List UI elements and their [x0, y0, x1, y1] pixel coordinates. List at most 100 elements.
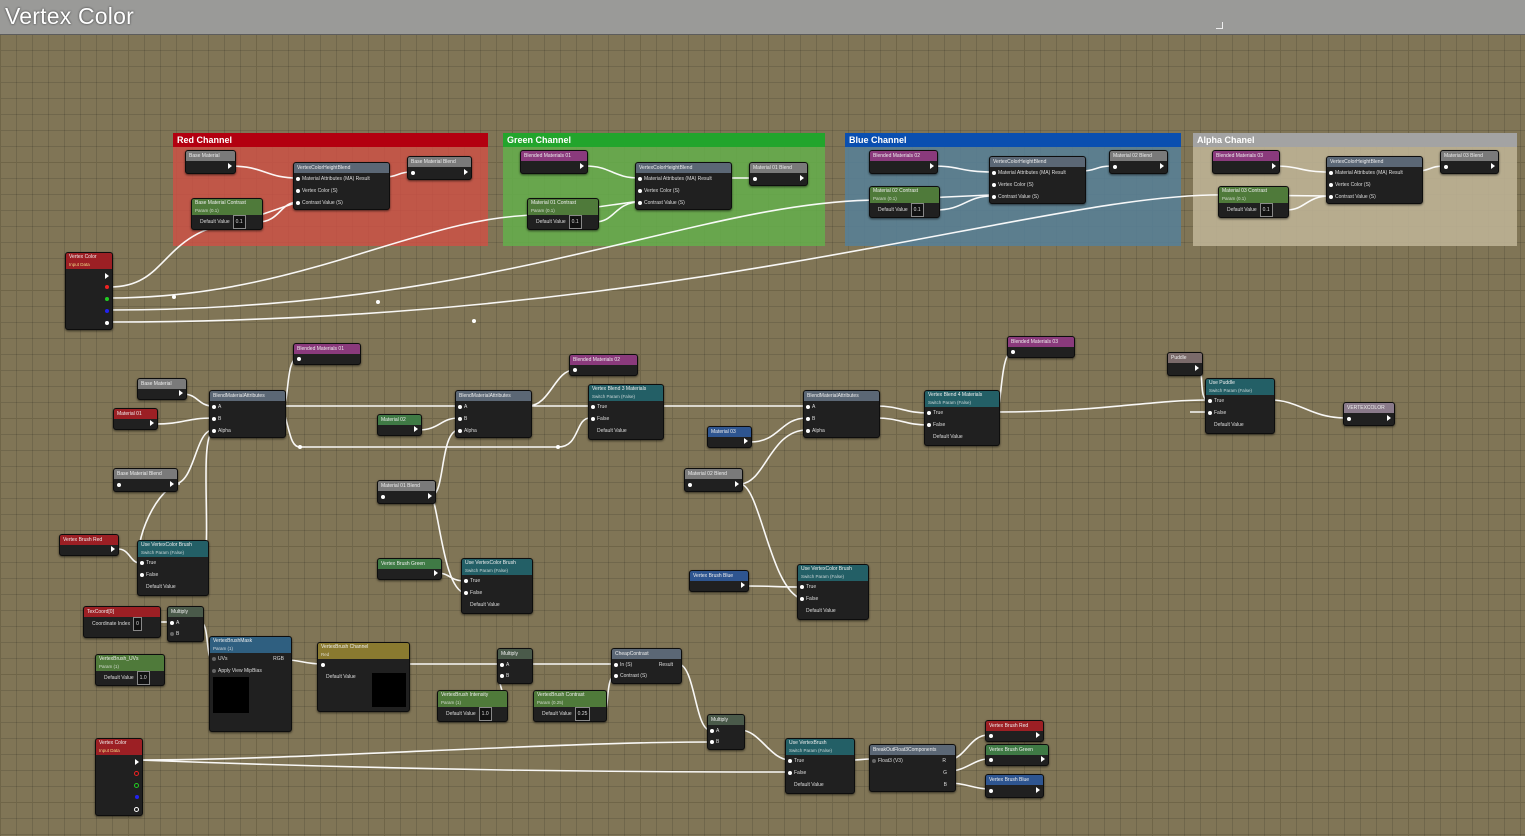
input-pin-icon[interactable] [638, 201, 642, 205]
input-contrast-value[interactable]: Contrast Value (S) [294, 197, 389, 209]
input-material-attributes[interactable]: Material Attributes (MA) Result [990, 167, 1085, 179]
node-vertex-blend-3-materials[interactable]: Vertex Blend 3 Materials Switch Param (Fa… [588, 384, 664, 440]
node-use-vertexbrush[interactable]: Use VertexBrush Switch Param (False) True… [785, 738, 855, 794]
node-vertex-brush-blue-out[interactable]: Vertex Brush Blue [985, 774, 1044, 798]
output-pin-icon[interactable] [735, 481, 739, 487]
node-multiply-final[interactable]: Multiply A B [707, 714, 745, 750]
coordinate-index-row[interactable]: Coordinate Index 0 [84, 617, 160, 631]
output-pin-icon[interactable] [228, 163, 232, 169]
output-pin-icon[interactable] [150, 420, 154, 426]
input-pin-icon[interactable] [688, 483, 692, 487]
node-cheap-contrast[interactable]: CheapContrast In (S) Result Contrast (S) [611, 648, 682, 684]
input-b[interactable]: B [456, 413, 531, 425]
input-false[interactable]: False [462, 587, 532, 599]
input-true[interactable]: True [925, 407, 999, 419]
default-value-field[interactable]: 1.0 [478, 707, 492, 721]
node-base-material-blend[interactable]: Base Material Blend [407, 156, 472, 180]
output-pin-icon[interactable] [741, 582, 745, 588]
input-false[interactable]: False [1206, 407, 1274, 419]
input-pin-icon[interactable] [458, 405, 462, 409]
default-value-row[interactable]: Default Value 0.1 [870, 203, 939, 217]
input-b[interactable]: B [804, 413, 879, 425]
input-pin-icon[interactable] [500, 674, 504, 678]
node-blend-material-attributes-1[interactable]: BlendMaterialAttributes A B Alpha [209, 390, 286, 438]
node-material-01-blend-b[interactable]: Material 01 Blend [377, 480, 436, 504]
default-value-field[interactable]: 0.1 [910, 203, 924, 217]
input-pin-icon[interactable] [992, 195, 996, 199]
node-use-vertexcolor-brush-blue[interactable]: Use VertexColor Brush Switch Param (False… [797, 564, 869, 620]
input-material-attributes[interactable]: Material Attributes (MA) Result [1327, 167, 1422, 179]
output-pin-icon[interactable] [930, 163, 934, 169]
node-blended-materials-01[interactable]: Blended Materials 01 [520, 150, 588, 174]
node-vertexbrush-channel[interactable]: VertexBrush Channel Red Default Value [317, 642, 410, 712]
node-vertex-color-top[interactable]: Vertex Color Input Data [65, 252, 113, 330]
input-pin-icon[interactable] [1329, 183, 1333, 187]
node-material-02-contrast[interactable]: Material 02 Contrast Param (0.1) Default … [869, 186, 940, 218]
input-pin-icon[interactable] [212, 657, 216, 661]
node-vertex-color-height-blend-alpha[interactable]: VertexColorHeightBlend Material Attribut… [1326, 156, 1423, 204]
input-b[interactable]: B [498, 671, 532, 681]
node-blend-material-attributes-3[interactable]: BlendMaterialAttributes A B Alpha [803, 390, 880, 438]
input-a[interactable]: A [708, 725, 744, 737]
input-contrast-value[interactable]: Contrast Value (S) [1327, 191, 1422, 203]
input-in[interactable]: In (S) Result [612, 659, 681, 671]
input-pin-icon[interactable] [296, 201, 300, 205]
input-a[interactable]: A [498, 659, 532, 671]
node-multiply-intensity[interactable]: Multiply A B [497, 648, 533, 684]
node-base-material[interactable]: Base Material [185, 150, 236, 174]
input-contrast-value[interactable]: Contrast Value (S) [990, 191, 1085, 203]
input-pin-icon[interactable] [117, 483, 121, 487]
input-uvs[interactable]: UVs RGB [210, 653, 291, 665]
default-value-row[interactable]: Default Value [798, 605, 868, 617]
input-pin-icon[interactable] [800, 597, 804, 601]
node-break-out-float3[interactable]: BreakOutFloat3Components Float3 (V3) R G … [869, 744, 956, 792]
node-material-01[interactable]: Material 01 [113, 408, 158, 430]
default-value-row[interactable]: Default Value [462, 599, 532, 611]
input-a[interactable]: A [456, 401, 531, 413]
node-multiply-uv[interactable]: Multiply A B [167, 606, 204, 642]
input-true[interactable]: True [462, 575, 532, 587]
input-pin-icon[interactable] [591, 405, 595, 409]
input-alpha[interactable]: Alpha [804, 425, 879, 437]
input-pin-icon[interactable] [321, 663, 325, 667]
input-pin-icon[interactable] [170, 632, 174, 636]
node-vertex-brush-blue-a[interactable]: Vertex Brush Blue [689, 570, 749, 592]
input-pin-icon[interactable] [806, 417, 810, 421]
input-true[interactable]: True [786, 755, 854, 767]
input-alpha[interactable]: Alpha [210, 425, 285, 437]
input-pin-icon[interactable] [458, 417, 462, 421]
default-value-field[interactable]: 0.1 [1259, 203, 1273, 217]
output-pin-icon[interactable] [105, 273, 109, 279]
input-pin-icon[interactable] [788, 759, 792, 763]
alpha-output-pin-icon[interactable] [134, 807, 139, 812]
default-value-row[interactable]: Default Value 1.0 [96, 671, 164, 685]
default-value-field[interactable]: 0.1 [232, 215, 246, 229]
output-pin-icon[interactable] [1387, 415, 1391, 421]
input-b[interactable]: B [708, 737, 744, 747]
input-pin-icon[interactable] [1113, 165, 1117, 169]
node-blend-material-attributes-2[interactable]: BlendMaterialAttributes A B Alpha [455, 390, 532, 438]
input-pin-icon[interactable] [614, 663, 618, 667]
coordinate-index-field[interactable]: 0 [133, 617, 142, 631]
output-pin-icon[interactable] [179, 390, 183, 396]
node-vertex-brush-red[interactable]: Vertex Brush Red [59, 534, 119, 556]
output-pin-icon[interactable] [1036, 732, 1040, 738]
output-pin-icon[interactable] [1036, 787, 1040, 793]
input-pin-icon[interactable] [464, 591, 468, 595]
output-g[interactable]: G [870, 767, 955, 779]
input-pin-icon[interactable] [212, 417, 216, 421]
output-pin-icon[interactable] [800, 175, 804, 181]
node-blended-materials-02-top[interactable]: Blended Materials 02 [869, 150, 938, 174]
input-true[interactable]: True [589, 401, 663, 413]
input-pin-icon[interactable] [464, 579, 468, 583]
node-material-01-contrast[interactable]: Material 01 Contrast Param (0.1) Default … [527, 198, 599, 230]
default-value-row[interactable]: Default Value 1.0 [438, 707, 507, 721]
input-pin-icon[interactable] [381, 495, 385, 499]
output-pin-icon[interactable] [1041, 756, 1045, 762]
input-pin-icon[interactable] [1329, 195, 1333, 199]
node-use-puddle[interactable]: Use Puddle Switch Param (False) True Fals… [1205, 378, 1275, 434]
node-base-material-contrast[interactable]: Base Material Contrast Param (0.1) Defaul… [191, 198, 263, 230]
input-pin-icon[interactable] [710, 740, 714, 744]
input-pin-icon[interactable] [989, 758, 993, 762]
output-b[interactable]: B [870, 779, 955, 791]
